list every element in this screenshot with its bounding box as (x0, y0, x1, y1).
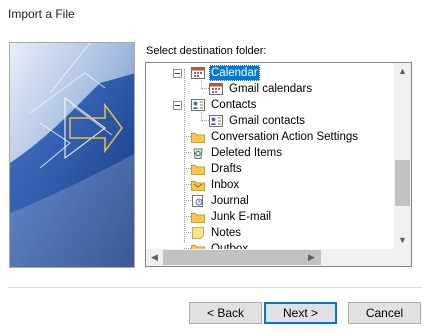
tree-item-drafts[interactable]: Drafts (146, 161, 396, 177)
footer-divider (8, 287, 422, 288)
tree-item-label: Deleted Items (211, 147, 282, 159)
vertical-scrollbar[interactable]: ▲ ▼ (394, 63, 411, 249)
vertical-scroll-thumb[interactable] (395, 160, 410, 206)
collapse-expander-icon[interactable] (173, 101, 182, 110)
folder-icon (191, 165, 205, 175)
scroll-up-arrow-icon[interactable]: ▲ (394, 63, 411, 80)
cancel-button[interactable]: Cancel (348, 302, 421, 324)
scroll-down-arrow-icon[interactable]: ▼ (394, 232, 411, 249)
tree-item-label: Junk E-mail (211, 211, 272, 223)
tree-item-journal[interactable]: Journal (146, 193, 396, 209)
next-button[interactable]: Next > (264, 302, 337, 324)
folder-icon (191, 133, 205, 143)
wizard-illustration (9, 42, 135, 268)
contacts-icon (191, 99, 205, 111)
tree-item-label: Gmail calendars (229, 83, 313, 95)
tree-item-notes[interactable]: Notes (146, 225, 396, 241)
journal-icon (192, 195, 203, 207)
tree-item-label: Notes (211, 227, 242, 239)
tree-item-label: Contacts (211, 99, 257, 111)
tree-item-label: Drafts (211, 163, 242, 175)
horizontal-scroll-thumb[interactable] (163, 250, 321, 265)
tree-item-deleted-items[interactable]: Deleted Items (146, 145, 396, 161)
window-title: Import a File (8, 7, 75, 21)
notes-icon (192, 227, 204, 239)
tree-item-label: Gmail contacts (229, 115, 306, 127)
tree-item-gmail-contacts[interactable]: Gmail contacts (146, 113, 396, 129)
folder-tree[interactable]: Calendar Gmail calendars Contacts Gmail … (145, 62, 412, 267)
tree-item-label: Calendar (209, 65, 260, 81)
tree-item-label: Conversation Action Settings (211, 131, 359, 143)
tree-item-calendar[interactable]: Calendar (146, 65, 396, 81)
contacts-icon (209, 115, 223, 127)
recycle-bin-icon (193, 148, 203, 159)
tree-item-conversation-action-settings[interactable]: Conversation Action Settings (146, 129, 396, 145)
folder-icon (191, 213, 205, 223)
tree-item-label: Journal (211, 195, 249, 207)
scroll-left-arrow-icon[interactable]: ◀ (146, 249, 163, 266)
tree-item-inbox[interactable]: Inbox (146, 177, 396, 193)
scroll-right-arrow-icon[interactable]: ▶ (303, 249, 320, 266)
inbox-icon (191, 181, 205, 191)
destination-folder-label: Select destination folder: (146, 45, 267, 57)
tree-item-gmail-calendars[interactable]: Gmail calendars (146, 81, 396, 97)
tree-item-label: Inbox (211, 179, 240, 191)
back-button[interactable]: < Back (189, 302, 262, 324)
scrollbar-corner (394, 249, 411, 266)
horizontal-scrollbar[interactable]: ◀ ▶ (146, 249, 394, 266)
tree-item-contacts[interactable]: Contacts (146, 97, 396, 113)
calendar-icon (209, 83, 223, 95)
calendar-icon (191, 67, 205, 79)
collapse-expander-icon[interactable] (173, 69, 182, 78)
tree-item-junk-email[interactable]: Junk E-mail (146, 209, 396, 225)
